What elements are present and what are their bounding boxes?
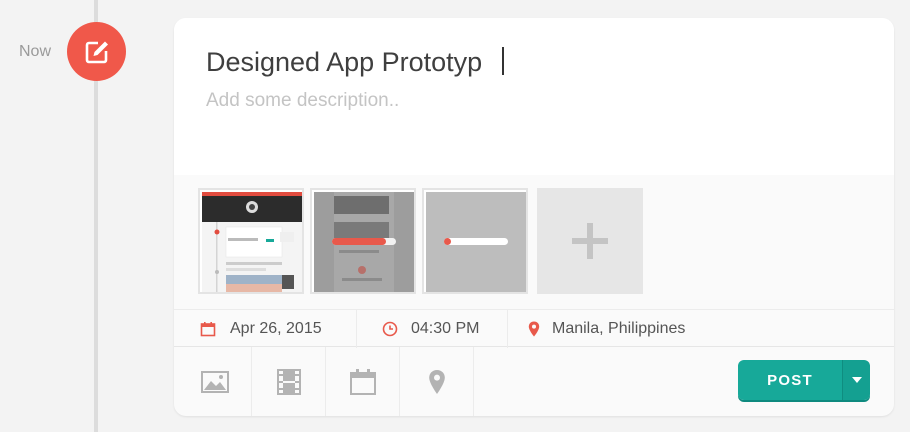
timeline-now-label: Now xyxy=(19,43,52,60)
attachment-thumbnail[interactable] xyxy=(198,188,304,294)
location-pin-icon xyxy=(528,321,540,337)
date-field[interactable]: Apr 26, 2015 xyxy=(200,310,322,348)
post-description-input[interactable] xyxy=(206,88,846,114)
edit-icon[interactable] xyxy=(67,22,126,81)
post-composer-card: Apr 26, 2015 04:30 PM Manila, Philippine… xyxy=(174,18,894,416)
uploading-placeholder-image xyxy=(426,192,526,292)
composer-text-area xyxy=(174,18,894,175)
composer-toolbar: POST xyxy=(174,347,894,416)
location-pin-icon xyxy=(428,369,445,394)
image-icon xyxy=(200,370,229,393)
app-screenshot-image xyxy=(202,192,302,292)
add-attachment-button[interactable] xyxy=(537,188,643,294)
calendar-icon xyxy=(349,368,376,395)
calendar-icon xyxy=(200,322,216,337)
film-icon xyxy=(276,368,301,395)
upload-progress-track xyxy=(444,238,508,245)
date-value: Apr 26, 2015 xyxy=(230,320,322,337)
time-value: 04:30 PM xyxy=(411,320,480,337)
attachment-thumbnail[interactable] xyxy=(422,188,528,294)
meta-divider xyxy=(507,310,508,348)
post-button[interactable]: POST xyxy=(738,360,842,400)
post-title-input[interactable] xyxy=(206,44,846,80)
text-cursor xyxy=(502,47,504,75)
post-button-group: POST xyxy=(738,360,870,400)
post-options-dropdown[interactable] xyxy=(842,360,870,400)
attachment-thumbnail[interactable] xyxy=(310,188,416,294)
uploading-screenshot-image xyxy=(314,192,414,292)
caret-down-icon xyxy=(851,377,862,383)
add-location-button[interactable] xyxy=(400,347,474,416)
add-date-button[interactable] xyxy=(326,347,400,416)
location-field[interactable]: Manila, Philippines xyxy=(528,310,685,348)
upload-progress-fill xyxy=(444,238,451,245)
time-field[interactable]: 04:30 PM xyxy=(382,310,479,348)
plus-icon xyxy=(572,223,608,259)
post-meta-row: Apr 26, 2015 04:30 PM Manila, Philippine… xyxy=(174,309,894,348)
meta-divider xyxy=(356,310,357,348)
clock-icon xyxy=(382,321,398,337)
add-video-button[interactable] xyxy=(252,347,326,416)
location-value: Manila, Philippines xyxy=(552,320,686,337)
add-image-button[interactable] xyxy=(178,347,252,416)
